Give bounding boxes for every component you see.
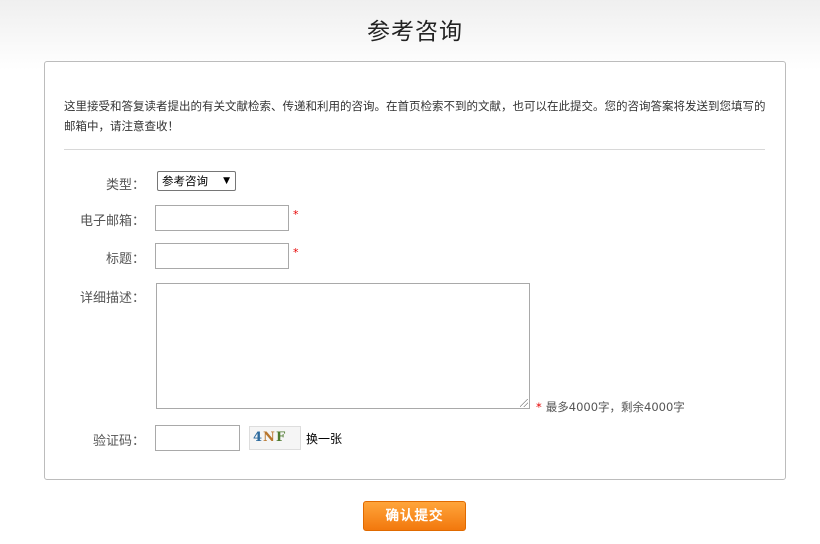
- email-label: 电子邮箱：: [79, 214, 145, 229]
- email-field[interactable]: [155, 205, 289, 231]
- type-label: 类型：: [105, 178, 145, 193]
- type-select-value: 参考咨询: [162, 174, 208, 188]
- char-count-text: 最多4000字，剩余4000字: [545, 400, 685, 414]
- page-title: 参考咨询: [367, 19, 463, 45]
- intro-text: 这里接受和答复读者提出的有关文献检索、传递和利用的咨询。在首页检索不到的文献，也…: [64, 99, 766, 133]
- title-required-mark: *: [293, 246, 299, 259]
- resize-grip-icon[interactable]: [520, 399, 528, 407]
- consult-form-panel: 这里接受和答复读者提出的有关文献检索、传递和利用的咨询。在首页检索不到的文献，也…: [44, 61, 786, 480]
- title-label: 标题：: [105, 252, 145, 267]
- captcha-char: 4: [253, 430, 264, 445]
- captcha-refresh-link[interactable]: 换一张: [306, 430, 342, 447]
- description-textarea[interactable]: [156, 283, 530, 409]
- description-label: 详细描述：: [79, 291, 145, 306]
- submit-button[interactable]: 确认提交: [363, 501, 466, 531]
- divider: [64, 149, 765, 150]
- email-required-mark: *: [293, 208, 299, 221]
- captcha-image[interactable]: 4NF K: [249, 426, 301, 450]
- description-required-mark: *: [536, 400, 542, 414]
- title-field[interactable]: [155, 243, 289, 269]
- dropdown-arrow-icon: ▼: [223, 176, 230, 186]
- char-count-note: * 最多4000字，剩余4000字: [536, 399, 685, 415]
- type-select[interactable]: 参考咨询 ▼: [157, 171, 236, 191]
- captcha-char: F: [275, 430, 287, 445]
- captcha-label: 验证码：: [92, 434, 145, 449]
- captcha-char: N: [263, 430, 276, 445]
- captcha-input[interactable]: [155, 425, 240, 451]
